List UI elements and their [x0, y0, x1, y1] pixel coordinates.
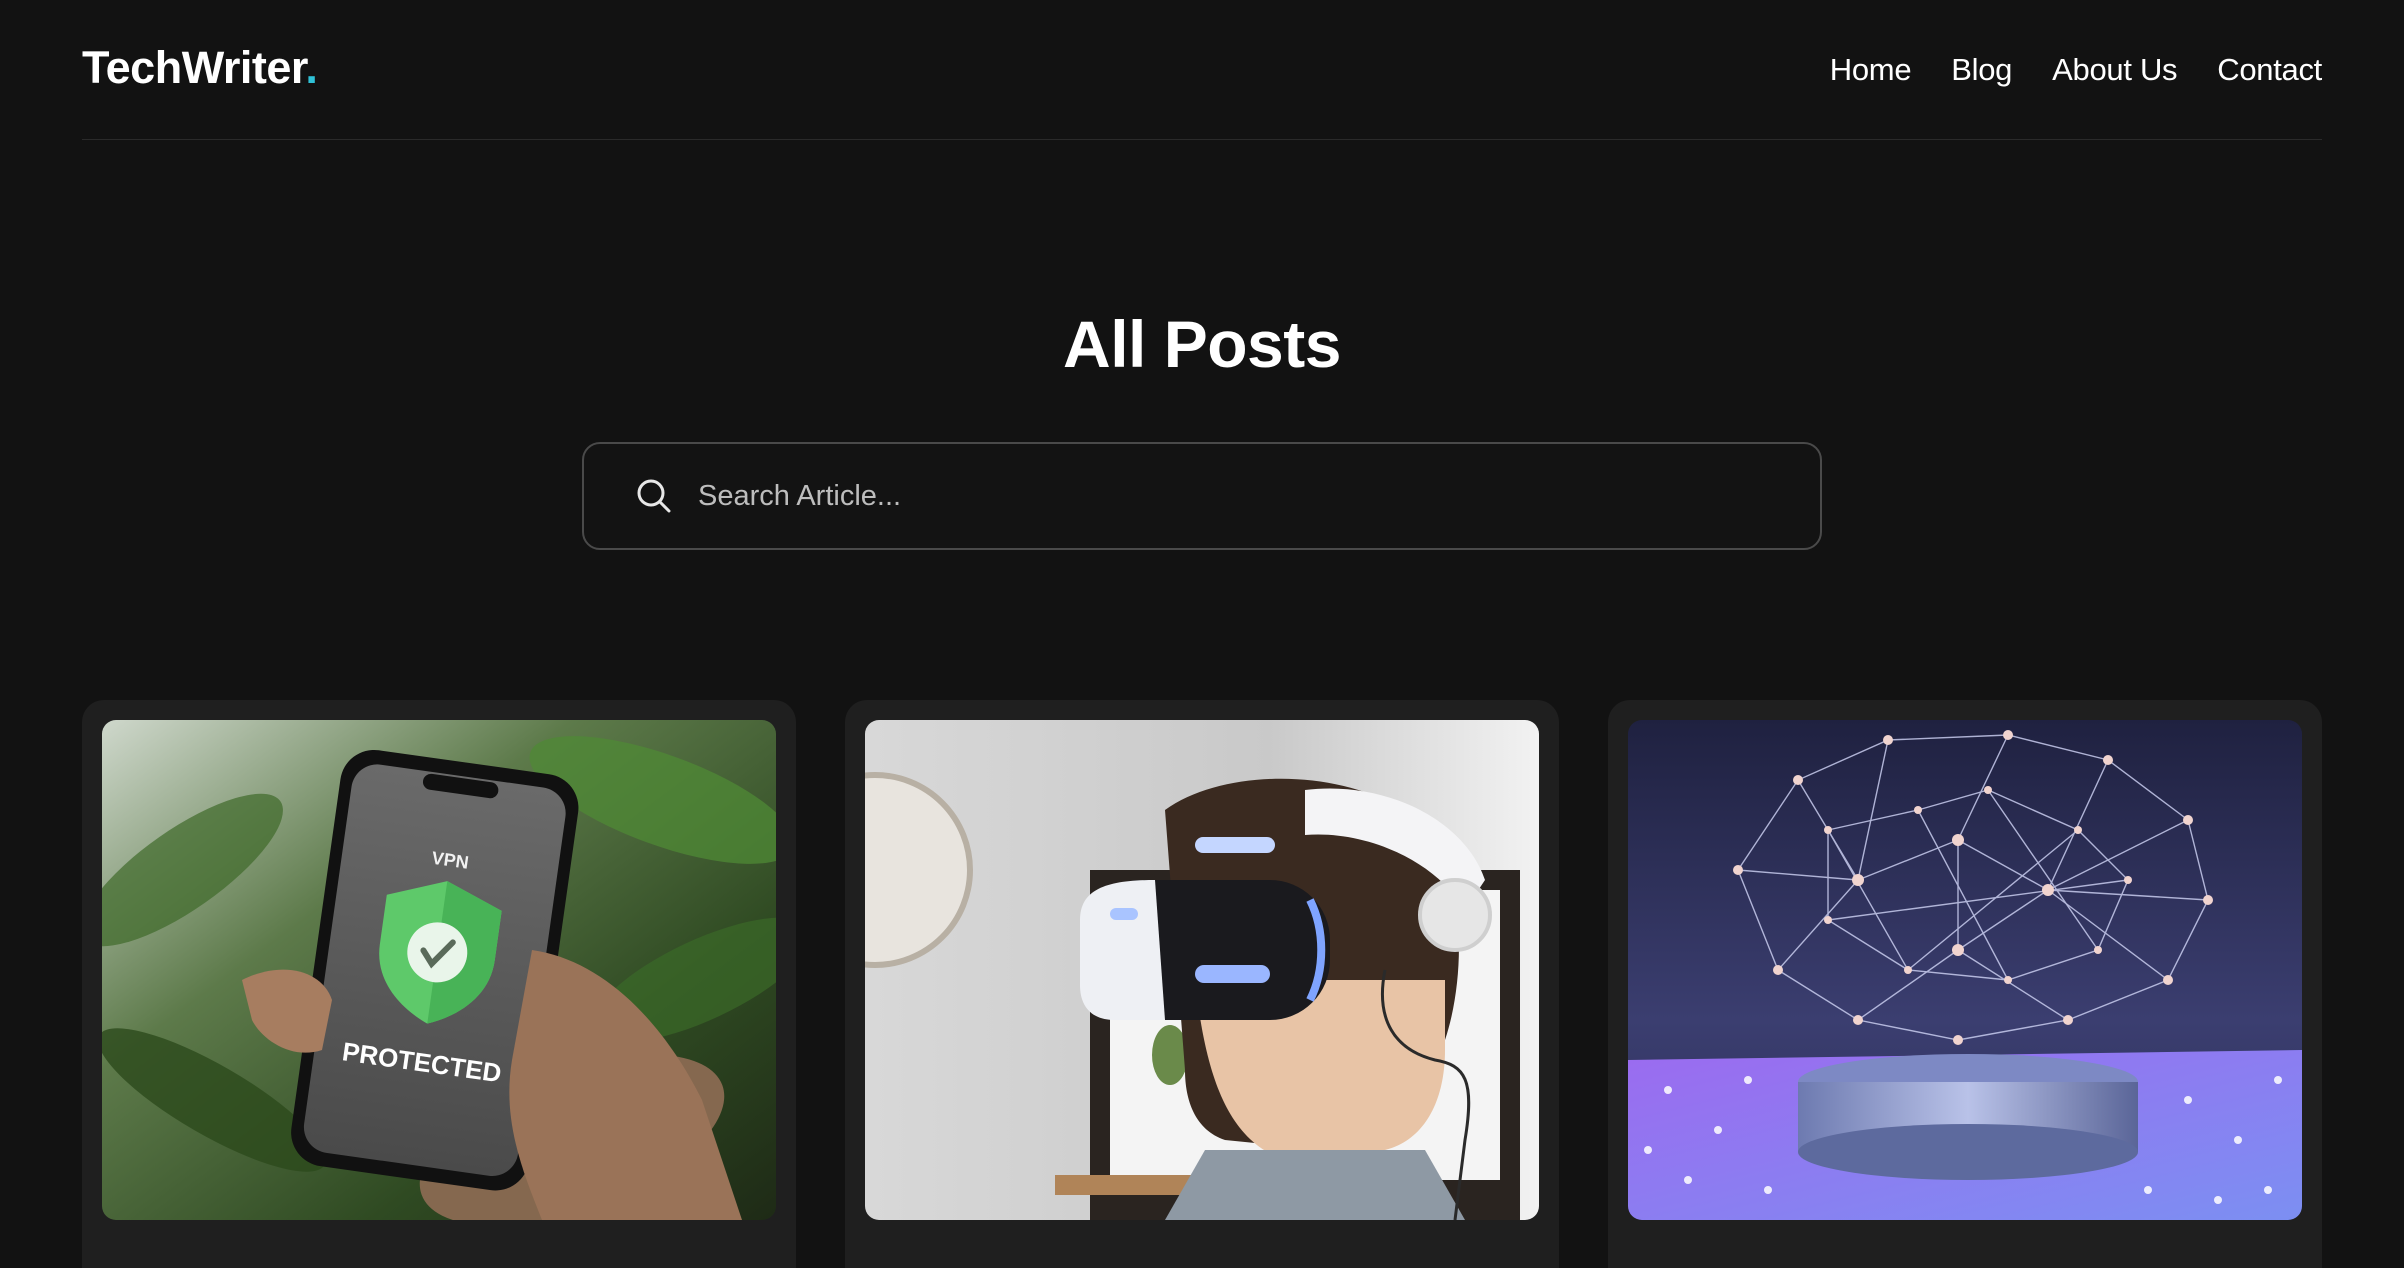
nav-home[interactable]: Home — [1830, 52, 1912, 88]
nav-about-us[interactable]: About Us — [2052, 52, 2177, 88]
post-image-vpn[interactable]: VPN PROTECTED — [102, 720, 776, 1220]
brand-dot: . — [305, 42, 318, 93]
page: TechWriter. Home Blog About Us Contact A… — [0, 0, 2404, 1268]
brand-logo[interactable]: TechWriter. — [82, 42, 318, 94]
post-image-vr[interactable] — [865, 720, 1539, 1220]
brand-text: TechWriter — [82, 42, 306, 93]
search-icon[interactable] — [634, 476, 674, 516]
page-title: All Posts — [1063, 307, 1341, 381]
vr-headset-image — [865, 720, 1539, 1220]
nav-blog[interactable]: Blog — [1951, 52, 2012, 88]
post-image-brain[interactable] — [1628, 720, 2302, 1220]
site-header: TechWriter. Home Blog About Us Contact — [82, 0, 2322, 140]
vpn-phone-image: VPN PROTECTED — [102, 720, 776, 1220]
search-input[interactable] — [674, 444, 1820, 548]
post-card[interactable] — [845, 700, 1559, 1268]
nav-contact[interactable]: Contact — [2217, 52, 2322, 88]
network-brain-image — [1628, 720, 2302, 1220]
post-card[interactable]: VPN PROTECTED — [82, 700, 796, 1268]
post-card[interactable] — [1608, 700, 2322, 1268]
main-nav: Home Blog About Us Contact — [1830, 52, 2323, 88]
search-box — [582, 442, 1822, 550]
